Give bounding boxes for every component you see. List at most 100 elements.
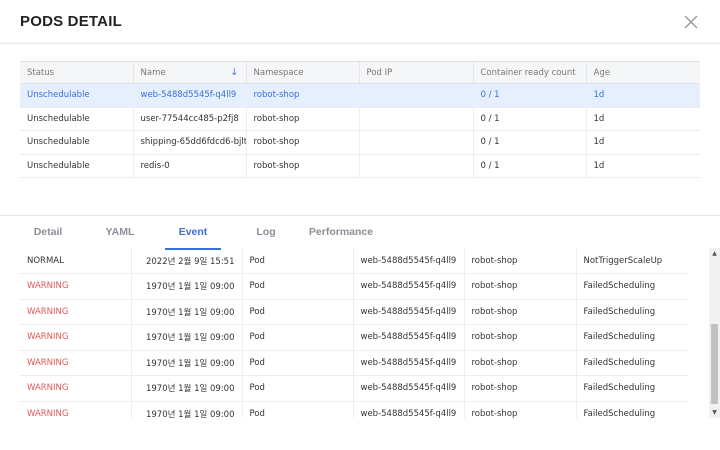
cell-namespace: robot-shop bbox=[245, 130, 359, 155]
dialog-title: PODS DETAIL bbox=[20, 13, 122, 30]
cell-event-time: 1970년 1월 1일 09:00 bbox=[130, 375, 242, 402]
pods-table: Status Name ↓ Namespace Pod IP Container … bbox=[20, 61, 700, 178]
cell-event-kind: Pod bbox=[241, 248, 353, 274]
cell-event-object: web-5488d5545f-q4ll9 bbox=[352, 273, 464, 300]
cell-event-object: web-5488d5545f-q4ll9 bbox=[352, 401, 464, 418]
detail-tabs: Detail YAML Event Log Performance bbox=[0, 215, 720, 250]
cell-pod-ip bbox=[358, 107, 473, 131]
table-row[interactable]: WARNING 1970년 1월 1일 09:00 Pod web-5488d5… bbox=[20, 324, 688, 351]
cell-event-namespace: robot-shop bbox=[463, 273, 576, 300]
tab-performance[interactable]: Performance bbox=[304, 216, 378, 250]
arrow-down-icon[interactable]: ↓ bbox=[230, 67, 238, 78]
cell-status: Unschedulable bbox=[20, 107, 133, 131]
close-icon[interactable] bbox=[682, 13, 700, 31]
cell-event-namespace: robot-shop bbox=[463, 375, 576, 402]
column-header-namespace[interactable]: Namespace bbox=[245, 61, 359, 84]
cell-event-type: WARNING bbox=[20, 350, 131, 376]
table-row[interactable]: NORMAL 2022년 2월 9일 15:51 Pod web-5488d55… bbox=[20, 248, 688, 274]
table-row[interactable]: WARNING 1970년 1월 1일 09:00 Pod web-5488d5… bbox=[20, 350, 688, 376]
cell-name: redis-0 bbox=[132, 154, 246, 178]
table-row[interactable]: WARNING 1970년 1월 1일 09:00 Pod web-5488d5… bbox=[20, 299, 688, 325]
cell-event-type: WARNING bbox=[20, 401, 131, 418]
cell-event-object: web-5488d5545f-q4ll9 bbox=[352, 350, 464, 376]
cell-event-time: 1970년 1월 1일 09:00 bbox=[130, 324, 242, 351]
column-header-name[interactable]: Name ↓ bbox=[132, 61, 246, 84]
cell-event-kind: Pod bbox=[241, 401, 353, 418]
events-table: NORMAL 2022년 2월 9일 15:51 Pod web-5488d55… bbox=[20, 248, 688, 418]
cell-event-time: 1970년 1월 1일 09:00 bbox=[130, 299, 242, 325]
cell-event-reason: FailedScheduling bbox=[575, 401, 688, 418]
cell-event-type: NORMAL bbox=[20, 248, 131, 274]
table-row[interactable]: Unschedulable user-77544cc485-p2fj8 robo… bbox=[20, 107, 700, 131]
cell-event-reason: FailedScheduling bbox=[575, 350, 688, 376]
tab-yaml[interactable]: YAML bbox=[92, 216, 148, 250]
table-row[interactable]: WARNING 1970년 1월 1일 09:00 Pod web-5488d5… bbox=[20, 375, 688, 402]
cell-event-object: web-5488d5545f-q4ll9 bbox=[352, 375, 464, 402]
table-row[interactable]: Unschedulable web-5488d5545f-q4ll9 robot… bbox=[20, 83, 700, 108]
triangle-down-icon[interactable]: ▼ bbox=[709, 407, 720, 418]
cell-age: 1d bbox=[585, 107, 700, 131]
cell-container-ready: 0 / 1 bbox=[472, 130, 586, 155]
cell-event-namespace: robot-shop bbox=[463, 324, 576, 351]
cell-namespace: robot-shop bbox=[245, 107, 359, 131]
cell-event-reason: FailedScheduling bbox=[575, 324, 688, 351]
cell-event-namespace: robot-shop bbox=[463, 350, 576, 376]
cell-namespace: robot-shop bbox=[245, 154, 359, 178]
cell-event-kind: Pod bbox=[241, 350, 353, 376]
cell-container-ready: 0 / 1 bbox=[472, 107, 586, 131]
cell-pod-ip bbox=[358, 130, 473, 155]
column-header-container-ready-count[interactable]: Container ready count bbox=[472, 61, 586, 84]
dialog-header: PODS DETAIL bbox=[0, 0, 720, 44]
events-list[interactable]: NORMAL 2022년 2월 9일 15:51 Pod web-5488d55… bbox=[20, 248, 688, 418]
cell-namespace: robot-shop bbox=[245, 83, 359, 108]
tab-detail[interactable]: Detail bbox=[20, 216, 76, 250]
cell-name: shipping-65dd6fdcd6-bjltd bbox=[132, 130, 246, 155]
cell-event-object: web-5488d5545f-q4ll9 bbox=[352, 248, 464, 274]
tab-log[interactable]: Log bbox=[238, 216, 294, 250]
cell-event-time: 1970년 1월 1일 09:00 bbox=[130, 273, 242, 300]
cell-event-namespace: robot-shop bbox=[463, 248, 576, 274]
column-header-age[interactable]: Age bbox=[585, 61, 700, 84]
cell-name: user-77544cc485-p2fj8 bbox=[132, 107, 246, 131]
cell-age: 1d bbox=[585, 83, 700, 108]
cell-event-namespace: robot-shop bbox=[463, 299, 576, 325]
cell-event-reason: FailedScheduling bbox=[575, 273, 688, 300]
cell-event-namespace: robot-shop bbox=[463, 401, 576, 418]
cell-event-type: WARNING bbox=[20, 299, 131, 325]
cell-age: 1d bbox=[585, 154, 700, 178]
cell-event-object: web-5488d5545f-q4ll9 bbox=[352, 299, 464, 325]
cell-event-type: WARNING bbox=[20, 273, 131, 300]
cell-event-type: WARNING bbox=[20, 324, 131, 351]
table-row[interactable]: WARNING 1970년 1월 1일 09:00 Pod web-5488d5… bbox=[20, 273, 688, 300]
cell-event-object: web-5488d5545f-q4ll9 bbox=[352, 324, 464, 351]
table-row[interactable]: Unschedulable shipping-65dd6fdcd6-bjltd … bbox=[20, 130, 700, 155]
cell-event-time: 2022년 2월 9일 15:51 bbox=[130, 248, 242, 274]
cell-container-ready: 0 / 1 bbox=[472, 154, 586, 178]
cell-event-kind: Pod bbox=[241, 273, 353, 300]
cell-status: Unschedulable bbox=[20, 130, 133, 155]
cell-event-reason: FailedScheduling bbox=[575, 375, 688, 402]
cell-event-time: 1970년 1월 1일 09:00 bbox=[130, 401, 242, 418]
table-row[interactable]: WARNING 1970년 1월 1일 09:00 Pod web-5488d5… bbox=[20, 401, 688, 418]
cell-event-reason: FailedScheduling bbox=[575, 299, 688, 325]
cell-name: web-5488d5545f-q4ll9 bbox=[132, 83, 246, 108]
pods-table-header: Status Name ↓ Namespace Pod IP Container … bbox=[20, 61, 700, 84]
cell-pod-ip bbox=[358, 154, 473, 178]
column-header-pod-ip[interactable]: Pod IP bbox=[358, 61, 473, 84]
cell-event-time: 1970년 1월 1일 09:00 bbox=[130, 350, 242, 376]
scrollbar-thumb[interactable] bbox=[711, 324, 718, 404]
triangle-up-icon[interactable]: ▲ bbox=[709, 248, 720, 259]
table-row[interactable]: Unschedulable redis-0 robot-shop 0 / 1 1… bbox=[20, 154, 700, 178]
tab-event[interactable]: Event bbox=[165, 216, 221, 250]
column-header-status[interactable]: Status bbox=[20, 61, 133, 84]
cell-event-kind: Pod bbox=[241, 299, 353, 325]
cell-event-kind: Pod bbox=[241, 324, 353, 351]
cell-container-ready: 0 / 1 bbox=[472, 83, 586, 108]
cell-status: Unschedulable bbox=[20, 154, 133, 178]
cell-status: Unschedulable bbox=[20, 83, 133, 108]
events-scrollbar[interactable]: ▲ ▼ bbox=[709, 248, 720, 418]
cell-event-type: WARNING bbox=[20, 375, 131, 402]
cell-pod-ip bbox=[358, 83, 473, 108]
cell-event-kind: Pod bbox=[241, 375, 353, 402]
cell-event-reason: NotTriggerScaleUp bbox=[575, 248, 688, 274]
